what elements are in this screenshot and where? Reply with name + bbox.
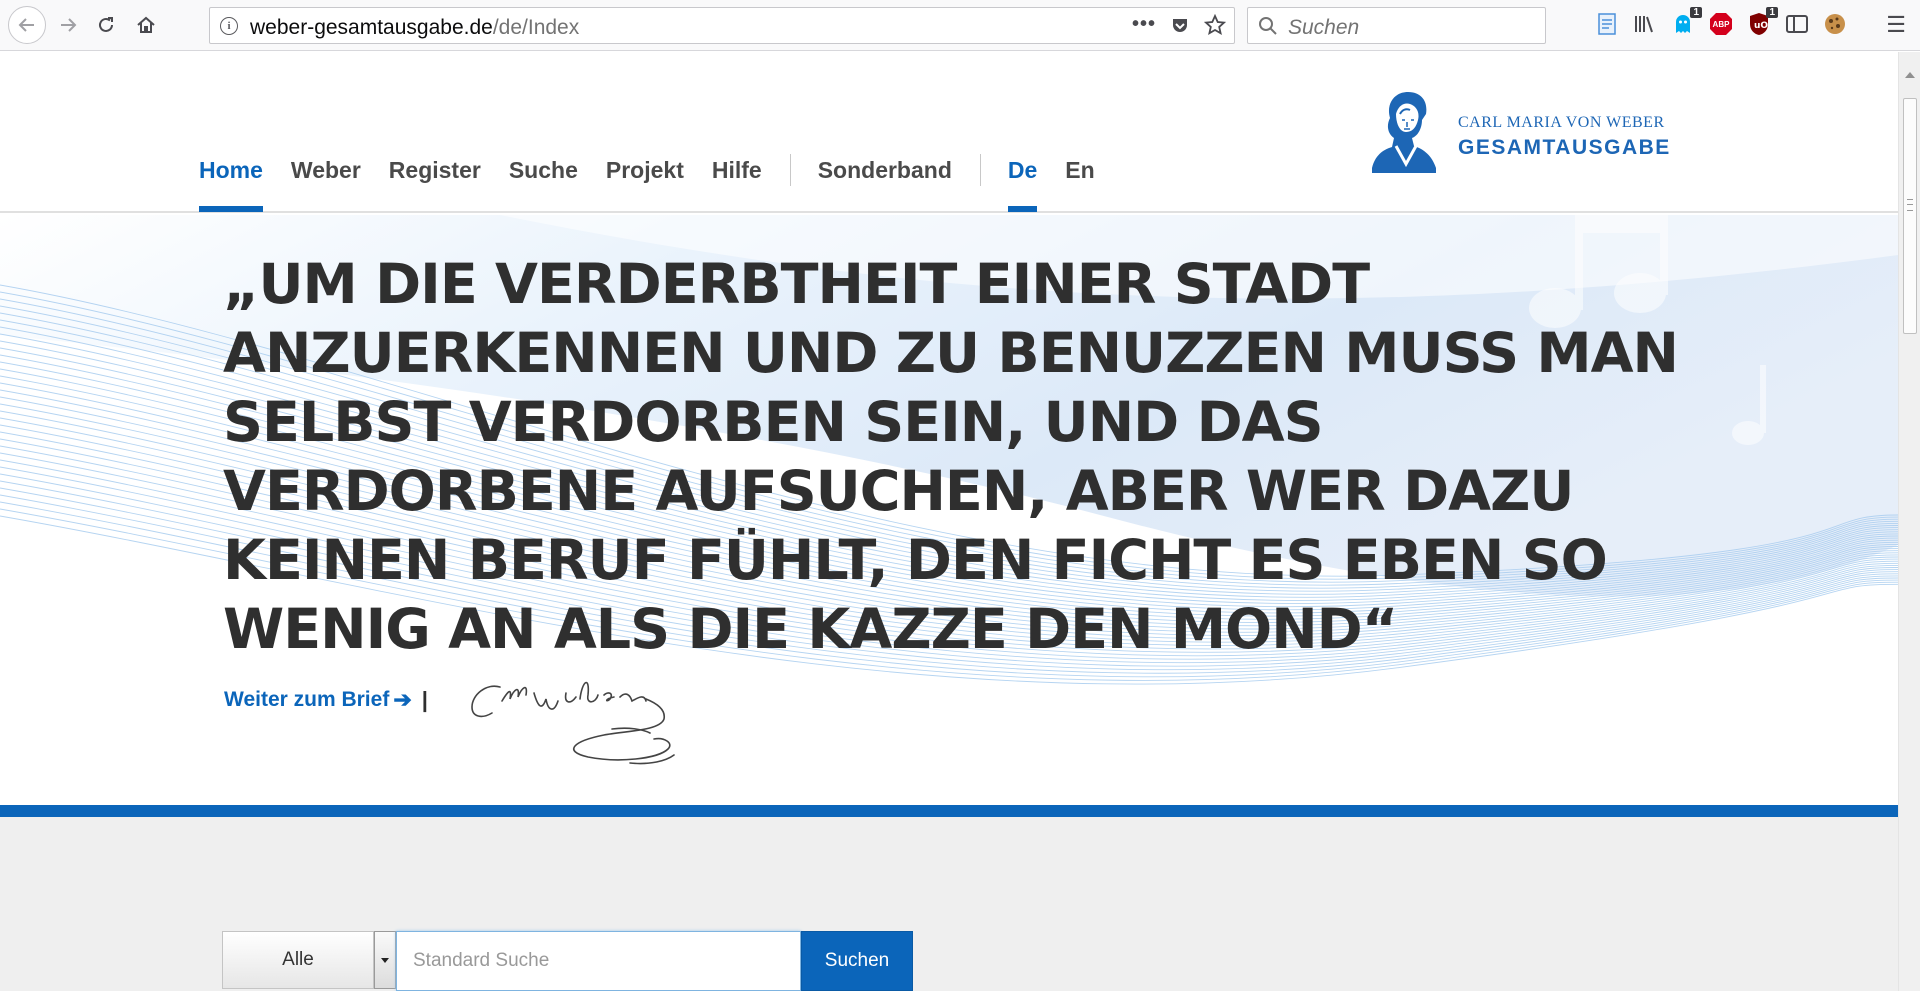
arrow-left-icon [18, 18, 34, 32]
page-actions-icon[interactable]: ••• [1132, 13, 1156, 36]
hero-quote-section: „Um die Verderbtheit einer Stadt anzuerk… [0, 215, 1898, 807]
nav-weber[interactable]: Weber [291, 152, 361, 212]
browser-search-placeholder: Suchen [1288, 16, 1360, 39]
nav-suche[interactable]: Suche [509, 152, 578, 212]
ghostery-badge: 1 [1690, 7, 1702, 18]
url-text: weber-gesamtausgabe.de/de/Index [250, 16, 579, 40]
logo-title-line2: GESAMTAUSGABE [1458, 136, 1671, 159]
url-actions: ••• [1132, 13, 1226, 36]
forward-button[interactable] [52, 8, 84, 42]
sidebar-icon[interactable] [1784, 11, 1810, 37]
page-scrollbar[interactable] [1898, 52, 1920, 991]
search-icon [1259, 17, 1277, 35]
lang-de[interactable]: De [1007, 152, 1038, 212]
home-button[interactable] [130, 8, 162, 42]
nav-divider [789, 154, 791, 186]
link-separator: | [421, 687, 428, 712]
adblock-label: ABP [1712, 19, 1730, 29]
nav-hilfe[interactable]: Hilfe [712, 152, 762, 212]
browser-search-bar[interactable]: Suchen [1247, 7, 1546, 44]
url-path: /de/Index [492, 16, 580, 39]
page-viewport: Home Weber Register Suche Projekt Hilfe … [0, 52, 1898, 991]
hero-quote: „Um die Verderbtheit einer Stadt anzuerk… [223, 252, 1679, 662]
lang-en[interactable]: En [1065, 152, 1094, 212]
reload-button[interactable] [90, 8, 122, 42]
search-section: Alle Standard Suche Suchen [0, 817, 1898, 991]
nav-register[interactable]: Register [389, 152, 481, 212]
url-domain: weber-gesamtausgabe.de [250, 16, 493, 39]
weber-portrait-logo [1372, 92, 1436, 173]
svg-text:uO: uO [1754, 21, 1768, 31]
hero-links: Weiter zum Brief ➔ | [224, 687, 440, 713]
ghostery-icon[interactable]: 1 [1670, 7, 1702, 37]
home-icon [137, 16, 155, 33]
browser-toolbar: i weber-gesamtausgabe.de/de/Index ••• Su… [0, 0, 1920, 51]
standard-search-input[interactable]: Standard Suche [396, 931, 801, 991]
library-icon[interactable] [1632, 11, 1658, 37]
scrollbar-thumb[interactable] [1903, 98, 1917, 334]
site-logo[interactable]: CARL MARIA VON WEBER GESAMTAUSGABE [1366, 84, 1676, 179]
logo-title-line1: CARL MARIA VON WEBER [1458, 114, 1665, 131]
site-header: Home Weber Register Suche Projekt Hilfe … [0, 52, 1898, 213]
adblock-plus-icon[interactable]: ABP [1708, 11, 1734, 37]
weiter-zum-brief-link[interactable]: Weiter zum Brief [224, 688, 389, 712]
nav-sonderband[interactable]: Sonderband [818, 152, 952, 212]
ublock-icon[interactable]: uO 1 [1746, 7, 1778, 37]
cookie-icon[interactable] [1822, 11, 1848, 37]
reload-icon [99, 17, 113, 32]
hamburger-menu-icon[interactable]: ☰ [1886, 12, 1906, 38]
nav-divider [979, 154, 981, 186]
ublock-badge: 1 [1766, 7, 1778, 18]
arrow-right-icon: ➔ [393, 687, 412, 712]
weber-signature-image [471, 681, 675, 765]
info-icon[interactable]: i [220, 17, 238, 35]
url-bar[interactable]: i weber-gesamtausgabe.de/de/Index ••• [209, 7, 1235, 44]
hero-bottom-bar [0, 805, 1898, 817]
chevron-down-icon [381, 957, 389, 963]
select-dropdown-button[interactable] [374, 931, 396, 989]
grip-icon [1907, 199, 1913, 211]
arrow-right-icon [61, 18, 77, 32]
pocket-icon[interactable] [1170, 15, 1190, 35]
back-button[interactable] [8, 6, 46, 44]
nav-home[interactable]: Home [199, 152, 263, 212]
extension-icons: 1 ABP uO 1 [1594, 7, 1848, 37]
bookmark-star-icon[interactable] [1204, 13, 1226, 36]
main-navigation: Home Weber Register Suche Projekt Hilfe … [199, 152, 1123, 212]
reader-view-icon[interactable] [1594, 11, 1620, 37]
search-scope-select[interactable]: Alle [222, 931, 374, 989]
nav-projekt[interactable]: Projekt [606, 152, 684, 212]
scroll-up-arrow-icon[interactable] [1905, 72, 1915, 78]
search-submit-button[interactable]: Suchen [801, 931, 913, 991]
